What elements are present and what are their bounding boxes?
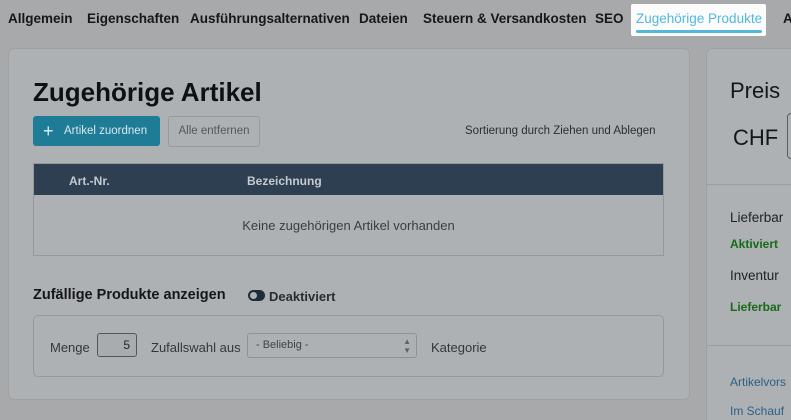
tab-dateien[interactable]: Dateien xyxy=(359,11,408,26)
tab-steuern-versandkosten[interactable]: Steuern & Versandkosten xyxy=(423,11,587,26)
tab-allgemein[interactable]: Allgemein xyxy=(8,11,73,26)
column-header-bezeichnung[interactable]: Bezeichnung xyxy=(247,174,322,188)
category-label: Kategorie xyxy=(431,340,487,355)
tab-zugehoerige-produkte[interactable]: Zugehörige Produkte xyxy=(631,4,767,36)
quantity-label: Menge xyxy=(50,340,90,355)
random-from-label: Zufallswahl aus xyxy=(151,340,241,355)
assign-article-label: Artikel zuordnen xyxy=(64,125,148,137)
divider xyxy=(707,345,791,346)
random-products-settings: Menge 5 Zufallswahl aus - Beliebig - ▲ ▼ … xyxy=(33,315,664,377)
page-title: Zugehörige Artikel xyxy=(33,77,262,107)
price-panel: Preis CHF Lieferbar Aktiviert Inventur L… xyxy=(707,49,791,420)
tab-more[interactable]: A xyxy=(783,11,791,26)
article-preview-link[interactable]: Artikelvors xyxy=(730,375,786,389)
availability-label: Lieferbar xyxy=(730,210,784,225)
updown-chevron-icon: ▲ ▼ xyxy=(403,337,411,355)
price-heading: Preis xyxy=(730,78,781,103)
price-input[interactable] xyxy=(787,113,791,159)
table-empty-message: Keine zugehörigen Artikel vorhanden xyxy=(242,218,455,233)
tab-bar: Allgemein Eigenschaften Ausführungsalter… xyxy=(0,0,791,40)
sort-hint: Sortierung durch Ziehen und Ablegen xyxy=(465,125,656,137)
shop-view-link[interactable]: Im Schauf xyxy=(730,404,784,418)
assign-article-button[interactable]: + Artikel zuordnen xyxy=(33,116,160,146)
tab-ausfuehrungsalternativen[interactable]: Ausführungsalternativen xyxy=(190,11,350,26)
inventory-label: Inventur xyxy=(730,268,779,283)
related-products-card: Zugehörige Artikel + Artikel zuordnen Al… xyxy=(9,49,689,399)
tab-eigenschaften[interactable]: Eigenschaften xyxy=(87,11,179,26)
currency-label: CHF xyxy=(733,125,779,150)
divider xyxy=(707,184,791,185)
toggle-off-icon[interactable] xyxy=(248,290,265,301)
remove-all-button[interactable]: Alle entfernen xyxy=(168,116,260,147)
quantity-input[interactable]: 5 xyxy=(97,333,137,357)
related-articles-table: Art.-Nr. Bezeichnung Keine zugehörigen A… xyxy=(33,163,664,256)
plus-icon: + xyxy=(43,121,54,141)
random-source-select[interactable]: - Beliebig - ▲ ▼ xyxy=(247,333,417,358)
random-source-value: - Beliebig - xyxy=(256,339,309,351)
column-header-artnr[interactable]: Art.-Nr. xyxy=(69,174,110,188)
tab-seo[interactable]: SEO xyxy=(595,11,624,26)
inventory-status: Lieferbar xyxy=(730,300,782,314)
table-header: Art.-Nr. Bezeichnung xyxy=(34,164,663,195)
availability-status: Aktiviert xyxy=(730,237,779,251)
random-products-toggle-label[interactable]: Deaktiviert xyxy=(269,289,335,304)
random-products-heading: Zufällige Produkte anzeigen xyxy=(33,287,226,303)
